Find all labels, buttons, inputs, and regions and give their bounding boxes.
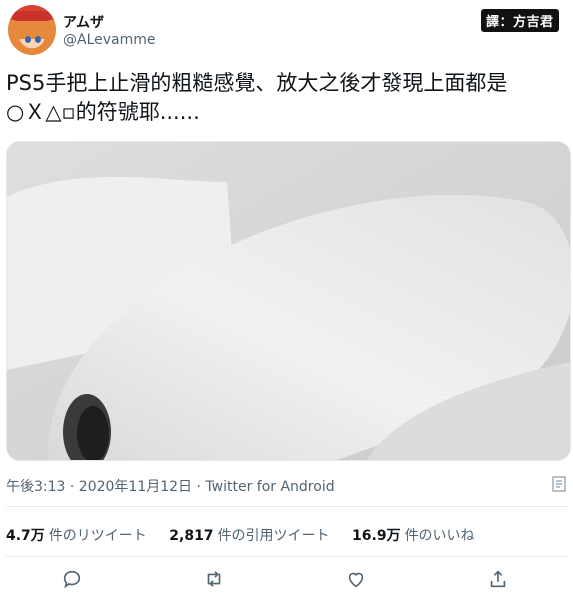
translator-credit-badge: 譯：方吉君 bbox=[481, 9, 559, 32]
like-count[interactable]: 16.9万 件のいいね bbox=[352, 528, 493, 544]
analytics-icon[interactable] bbox=[552, 476, 566, 492]
user-handle[interactable]: @ALevamme bbox=[63, 32, 156, 48]
controller-grip-illustration bbox=[7, 142, 570, 460]
tweet-text-line: ○Ｘ△▫的符號耶...... bbox=[6, 100, 200, 124]
tweet-photo[interactable] bbox=[6, 141, 571, 461]
quote-tweet-count[interactable]: 2,817 件の引用ツイート bbox=[169, 528, 347, 544]
avatar[interactable] bbox=[8, 5, 56, 55]
tweet-actions bbox=[0, 568, 573, 598]
tweet-text-line: PS5手把上止滑的粗糙感覺、放大之後才發現上面都是 bbox=[6, 71, 508, 95]
retweet-icon[interactable] bbox=[203, 568, 227, 592]
display-name[interactable]: アムザ bbox=[63, 12, 104, 32]
retweet-count[interactable]: 4.7万 件のリツイート bbox=[6, 528, 165, 544]
avatar-hair bbox=[14, 21, 50, 39]
tweet-header: アムザ @ALevamme 譯：方吉君 bbox=[0, 0, 573, 62]
like-icon[interactable] bbox=[345, 568, 369, 592]
tweet-text: PS5手把上止滑的粗糙感覺、放大之後才發現上面都是 ○Ｘ△▫的符號耶...... bbox=[6, 69, 566, 127]
divider bbox=[6, 556, 569, 557]
tweet-stats: 4.7万 件のリツイート 2,817 件の引用ツイート 16.9万 件のいいね bbox=[6, 525, 493, 545]
divider bbox=[6, 506, 569, 507]
avatar-eye bbox=[25, 36, 31, 43]
tweet-timestamp[interactable]: 午後3:13 · 2020年11月12日 · Twitter for Andro… bbox=[6, 476, 335, 496]
reply-icon[interactable] bbox=[61, 568, 85, 592]
avatar-headband bbox=[12, 11, 52, 21]
avatar-eye bbox=[35, 36, 41, 43]
share-icon[interactable] bbox=[487, 568, 511, 592]
